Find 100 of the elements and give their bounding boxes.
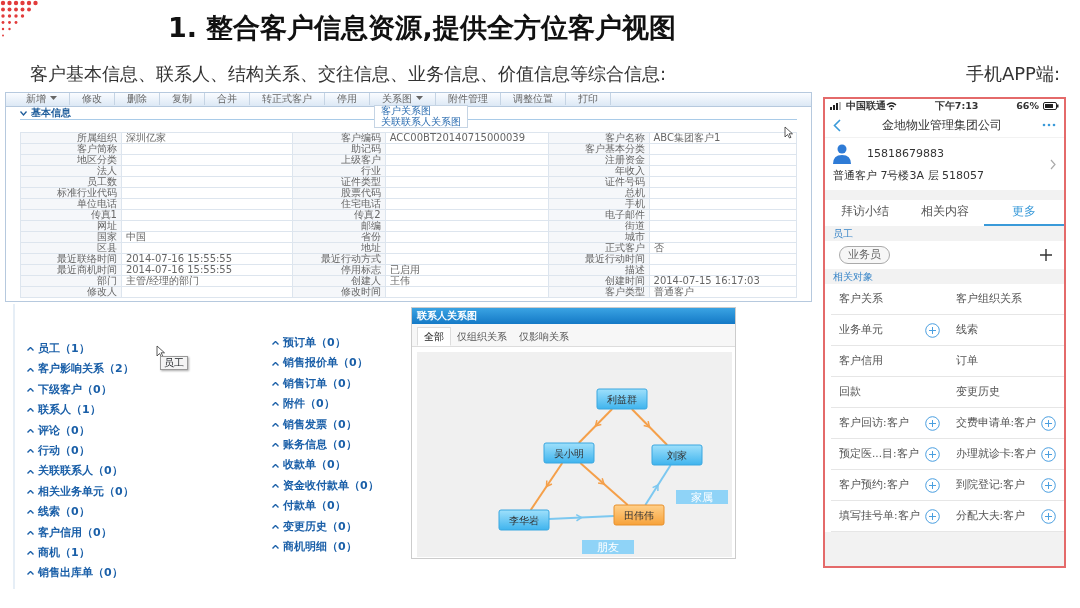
field-label: 最近行动方式 bbox=[292, 253, 386, 265]
dot-pattern-icon bbox=[0, 0, 40, 38]
toolbar-button[interactable]: 删除 bbox=[115, 93, 160, 105]
related-link[interactable]: 销售报价单（0） bbox=[283, 353, 368, 374]
field-label: 客户编码 bbox=[292, 132, 386, 144]
nav-title: 金地物业管理集团公司 bbox=[880, 117, 1003, 134]
related-link[interactable]: 销售订单（0） bbox=[283, 373, 357, 395]
related-item[interactable]: 交费申请单:客户 bbox=[955, 415, 1037, 431]
toolbar-button[interactable]: 打印 bbox=[566, 93, 611, 105]
related-link[interactable]: 关联联系人（0） bbox=[38, 461, 123, 482]
related-link[interactable]: 资金收付款单（0） bbox=[283, 475, 379, 497]
field-label: 手机 bbox=[548, 198, 650, 210]
related-link[interactable]: 销售出库单（0） bbox=[38, 563, 123, 584]
field-label: 正式客户 bbox=[548, 242, 650, 254]
related-link[interactable]: 付款单（0） bbox=[283, 496, 346, 517]
toolbar-button[interactable]: 调整位置 bbox=[501, 93, 566, 105]
chevron-up-icon bbox=[272, 545, 279, 550]
person-node[interactable]: 田伟伟 bbox=[613, 504, 665, 526]
field-label: 年收入 bbox=[548, 165, 650, 177]
chevron-up-icon bbox=[27, 530, 34, 535]
related-item[interactable]: 分配大夫:客户 bbox=[955, 508, 1026, 524]
role-chip[interactable]: 业务员 bbox=[839, 245, 890, 265]
related-item[interactable]: 客户回访:客户 bbox=[839, 415, 909, 431]
field-label: 国家 bbox=[20, 231, 122, 243]
related-link[interactable]: 下级客户（0） bbox=[38, 379, 112, 401]
menu-item[interactable]: 关联联系人关系图 bbox=[381, 116, 461, 127]
toolbar-button[interactable]: 转正式客户 bbox=[250, 93, 325, 105]
chevron-up-icon bbox=[27, 469, 34, 474]
field-value: ABC集团客户1 bbox=[649, 132, 797, 144]
chevron-up-icon bbox=[27, 449, 34, 454]
related-item[interactable]: 客户预约:客户 bbox=[839, 477, 909, 493]
chevron-up-icon bbox=[272, 524, 279, 529]
person-node[interactable]: 李华岩 bbox=[498, 509, 550, 531]
related-link[interactable]: 预订单（0） bbox=[283, 333, 346, 354]
person-node[interactable]: 刘家 bbox=[651, 444, 703, 466]
related-item[interactable]: 变更历史 bbox=[955, 384, 1000, 400]
field-label: 传真1 bbox=[20, 209, 122, 221]
field-value: 2014-07-15 16:17:03 bbox=[649, 275, 797, 287]
related-item[interactable]: 到院登记:客户 bbox=[955, 477, 1026, 493]
related-link[interactable]: 收款单（0） bbox=[283, 455, 346, 476]
related-link[interactable]: 客户信用（0） bbox=[38, 522, 112, 543]
person-node[interactable]: 吴小明 bbox=[543, 442, 595, 464]
field-label: 创建时间 bbox=[548, 275, 650, 287]
related-link[interactable]: 客户影响关系（2） bbox=[38, 359, 134, 380]
related-item[interactable]: 客户关系 bbox=[839, 291, 883, 307]
toolbar-button[interactable]: 合并 bbox=[205, 93, 250, 105]
tab[interactable]: 相关内容 bbox=[904, 200, 985, 226]
related-link[interactable]: 销售发票（0） bbox=[283, 414, 357, 435]
slide-subtitle: 客户基本信息、联系人、结构关系、交往信息、业务信息、价值信息等综合信息: bbox=[30, 62, 667, 86]
chevron-up-icon bbox=[27, 489, 34, 494]
toolbar-button[interactable]: 停用 bbox=[325, 93, 370, 105]
related-item[interactable]: 回款 bbox=[839, 384, 861, 400]
field-label: 客户简称 bbox=[20, 143, 122, 155]
field-label: 注册资金 bbox=[548, 154, 650, 166]
more-icon bbox=[1042, 123, 1056, 127]
tab[interactable]: 全部 bbox=[417, 327, 451, 346]
related-item[interactable]: 线索 bbox=[955, 322, 978, 338]
tab[interactable]: 拜访小结 bbox=[825, 200, 905, 226]
chevron-up-icon bbox=[27, 367, 34, 372]
related-link[interactable]: 变更历史（0） bbox=[283, 516, 357, 537]
tab[interactable]: 仅组织关系 bbox=[451, 327, 513, 346]
field-label: 客户基本分类 bbox=[548, 143, 650, 155]
field-label: 城市 bbox=[548, 231, 650, 243]
related-link[interactable]: 商机（1） bbox=[38, 542, 90, 564]
related-link[interactable]: 评论（0） bbox=[38, 420, 90, 441]
related-item[interactable]: 订单 bbox=[955, 353, 978, 369]
chevron-up-icon bbox=[27, 571, 34, 576]
section-header[interactable]: 基本信息 bbox=[31, 107, 71, 119]
field-label: 法人 bbox=[20, 165, 122, 177]
related-link[interactable]: 附件（0） bbox=[283, 394, 335, 415]
related-link[interactable]: 账务信息（0） bbox=[283, 434, 357, 456]
field-label: 所属组织 bbox=[20, 132, 122, 144]
person-node[interactable]: 利益群 bbox=[596, 388, 648, 410]
related-link[interactable]: 行动（0） bbox=[38, 440, 90, 462]
related-item[interactable]: 客户信用 bbox=[839, 353, 883, 369]
related-link[interactable]: 员工（1） bbox=[38, 339, 90, 360]
chevron-up-icon bbox=[272, 381, 279, 386]
related-item[interactable]: 业务单元 bbox=[839, 322, 883, 338]
field-label: 客户名称 bbox=[548, 132, 650, 144]
chevron-up-icon bbox=[27, 551, 34, 556]
related-link[interactable]: 线索（0） bbox=[38, 502, 90, 523]
related-link[interactable]: 相关业务单元（0） bbox=[38, 481, 134, 503]
related-item[interactable]: 客户组织关系 bbox=[955, 291, 1022, 307]
field-value: 已启用 bbox=[385, 264, 549, 276]
customer-details: 普通客户 7号楼3A 层 518057 bbox=[833, 167, 985, 184]
field-label: 网址 bbox=[20, 220, 122, 232]
field-label: 证件号码 bbox=[548, 176, 650, 188]
toolbar-button[interactable]: 修改 bbox=[70, 93, 115, 105]
toolbar-button[interactable]: 新增 bbox=[14, 93, 70, 105]
related-link[interactable]: 联系人（1） bbox=[38, 400, 101, 421]
menu-item[interactable]: 客户关系图 bbox=[381, 106, 461, 117]
tab[interactable]: 仅影响关系 bbox=[513, 327, 575, 346]
related-item[interactable]: 办理就诊卡:客户 bbox=[955, 446, 1037, 462]
related-item[interactable]: 填写挂号单:客户 bbox=[839, 508, 920, 524]
chevron-up-icon bbox=[272, 483, 279, 488]
field-value: 2014-07-16 15:55:55 bbox=[121, 253, 293, 265]
field-label: 证件类型 bbox=[292, 176, 386, 188]
toolbar-button[interactable]: 复制 bbox=[160, 93, 205, 105]
related-item[interactable]: 预定医...目:客户 bbox=[839, 446, 919, 462]
related-link[interactable]: 商机明细（0） bbox=[283, 536, 357, 558]
